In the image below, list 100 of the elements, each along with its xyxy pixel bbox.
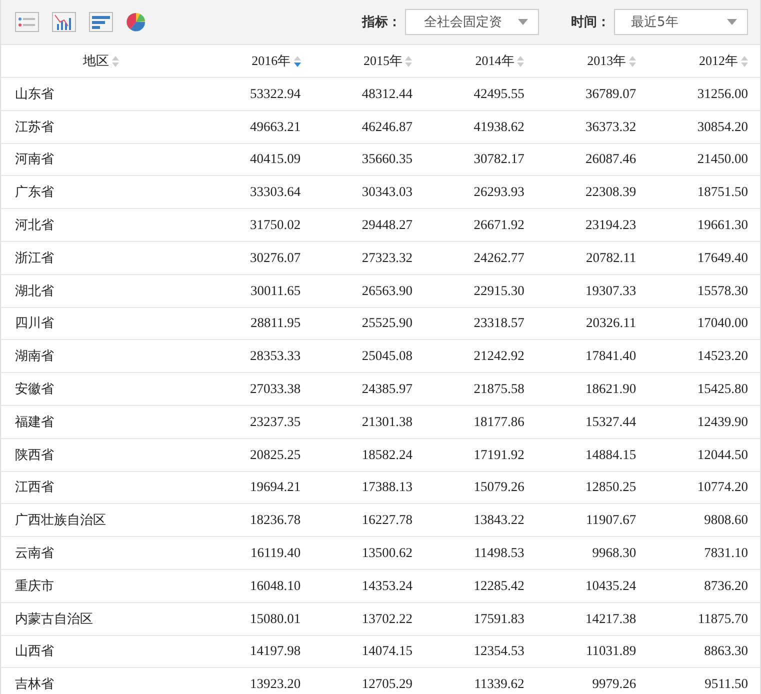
column-header[interactable]: 2012年	[648, 52, 760, 70]
table-cell-text: 30854.20	[696, 118, 750, 135]
column-header[interactable]: 2015年	[312, 52, 424, 70]
table-cell-text: 30276.07	[248, 250, 302, 266]
caret-icon	[518, 19, 528, 25]
table-cell-text: 12285.42	[472, 578, 526, 594]
table-cell-text: 35660.35	[360, 151, 414, 168]
table-cell-text: 30782.17	[472, 151, 526, 168]
column-header[interactable]: 地区	[1, 52, 201, 70]
table-cell-text: 四川省	[14, 315, 55, 332]
table-cell-text: 15080.01	[248, 610, 302, 627]
table-cell-text: 53322.94	[248, 86, 302, 102]
table-cell-text: 安徽省	[14, 381, 55, 398]
table-cell-text: 21450.00	[696, 151, 750, 168]
column-header[interactable]: 2014年	[424, 52, 536, 70]
table-cell-text: 湖北省	[14, 282, 55, 300]
table-cell-text: 19307.33	[584, 282, 638, 299]
table-cell-text: 12354.53	[472, 643, 526, 660]
table-cell-text: 内蒙古自治区	[14, 610, 94, 628]
table-cell-text: 19661.30	[696, 217, 750, 234]
table-cell-text: 浙江省	[14, 250, 55, 267]
table-cell-text: 21301.38	[360, 414, 414, 430]
dropdown[interactable]: 最近5年	[614, 9, 748, 35]
table-cell-text: 湖南省	[14, 348, 55, 366]
filter-label: 时间：	[571, 14, 610, 31]
table-cell-text: 36373.32	[584, 118, 638, 135]
table-cell-text: 29448.27	[360, 217, 414, 234]
table-cell-text: 15327.44	[584, 414, 638, 430]
table-cell-text: 广东省	[14, 184, 55, 202]
table-cell-text: 31750.02	[248, 217, 302, 234]
table-cell-text: 42495.55	[472, 86, 526, 102]
table-cell-text: 20326.11	[585, 315, 638, 332]
table-cell-text: 11031.89	[585, 643, 638, 660]
table-cell-text: 30343.03	[360, 184, 414, 200]
dropdown[interactable]: 全社会固定资	[405, 9, 539, 35]
list-icon[interactable]	[15, 12, 39, 32]
table-cell-text: 江苏省	[14, 118, 55, 136]
table-cell-text: 12044.50	[696, 446, 750, 463]
caret-icon	[727, 19, 737, 25]
table-cell-text: 23237.35	[248, 414, 302, 430]
table-cell-text: 18751.50	[696, 184, 750, 200]
table-cell-text: 11498.53	[473, 545, 526, 562]
chart-icon[interactable]	[52, 12, 76, 32]
filter-label: 指标：	[362, 14, 401, 31]
table-cell-text: 8863.30	[703, 643, 750, 660]
table-cell-text: 山东省	[14, 86, 55, 103]
table-cell-text: 吉林省	[14, 676, 55, 694]
table-cell-text: 山西省	[14, 643, 55, 660]
table-cell-text: 17191.92	[472, 446, 526, 463]
table-cell-text: 14217.38	[584, 610, 638, 627]
table-cell-text: 18621.90	[584, 381, 638, 398]
bars-icon[interactable]	[89, 12, 113, 32]
table-cell-text: 23194.23	[584, 217, 638, 234]
table-cell-text: 46246.87	[360, 118, 414, 135]
table-cell-text: 16119.40	[249, 545, 302, 562]
table-cell-text: 9968.30	[591, 545, 638, 562]
table-cell-text: 17841.40	[584, 348, 638, 364]
table-cell-text: 25525.90	[360, 315, 414, 332]
table-cell-text: 24385.97	[360, 381, 414, 398]
column-header[interactable]: 2016年	[200, 52, 313, 70]
table-cell-text: 重庆市	[14, 578, 55, 595]
table-cell-text: 14074.15	[360, 643, 414, 660]
table-cell-text: 30011.65	[249, 282, 302, 299]
table-cell-text: 14523.20	[696, 348, 750, 364]
table-cell-text: 40415.09	[248, 151, 302, 168]
table-cell-text: 27323.32	[360, 250, 414, 266]
table-cell-text: 15079.26	[472, 479, 526, 496]
table-cell-text: 18582.24	[360, 446, 414, 463]
table-cell-text: 18236.78	[248, 512, 302, 528]
table-cell-text: 12705.29	[360, 676, 414, 692]
table-cell-text: 41938.62	[472, 118, 526, 135]
table-cell-text: 9808.60	[703, 512, 750, 528]
table-cell-text: 7831.10	[703, 545, 750, 562]
table-cell-text: 28811.95	[249, 315, 302, 332]
table-cell-text: 21875.58	[472, 381, 526, 398]
table-cell-text: 26087.46	[584, 151, 638, 168]
pie-chart-icon[interactable]	[126, 12, 146, 32]
table-cell-text: 11907.67	[585, 512, 638, 528]
table-cell-text: 13500.62	[360, 545, 414, 562]
table-cell-text: 19694.21	[248, 479, 302, 496]
table-cell-text: 21242.92	[472, 348, 526, 364]
table-cell-text: 江西省	[14, 479, 55, 496]
table-cell-text: 福建省	[14, 414, 55, 431]
table-cell-text: 17388.13	[360, 479, 414, 496]
column-header[interactable]: 2013年	[536, 52, 648, 70]
table-cell-text: 13923.20	[248, 676, 302, 692]
table-cell-text: 13843.22	[472, 512, 526, 528]
table-cell-text: 13702.22	[360, 610, 414, 627]
table-cell-text: 15425.80	[696, 381, 750, 398]
table-cell-text: 31256.00	[696, 86, 750, 102]
table-cell-text: 14884.15	[584, 446, 638, 463]
table-cell-text: 14197.98	[248, 643, 302, 660]
table-cell-text: 20825.25	[248, 446, 302, 463]
table-cell-text: 18177.86	[472, 414, 526, 430]
table-cell-text: 16227.78	[360, 512, 414, 528]
table-cell-text: 12850.25	[584, 479, 638, 496]
table-cell-text: 8736.20	[703, 578, 750, 594]
table-cell-text: 云南省	[14, 545, 55, 562]
table-cell-text: 48312.44	[360, 86, 414, 102]
table-cell-text: 10774.20	[696, 479, 750, 496]
